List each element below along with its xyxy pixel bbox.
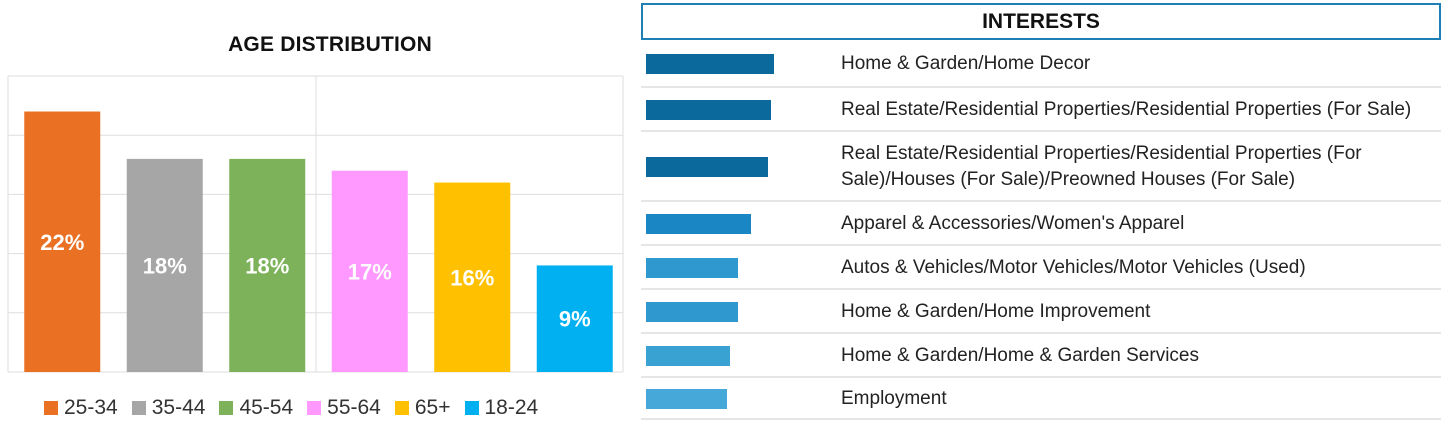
- legend-swatch: [44, 401, 58, 415]
- interest-label: Home & Garden/Home Decor: [841, 53, 1091, 74]
- interests-title: INTERESTS: [982, 9, 1100, 33]
- interest-bar: [646, 157, 768, 177]
- interests-chart: INTERESTS Home & Garden/Home Decor Real E…: [641, 3, 1443, 421]
- interest-label: Autos & Vehicles/Motor Vehicles/Motor Ve…: [841, 257, 1306, 278]
- interest-label: Employment: [841, 388, 947, 409]
- bar-data-label: 22%: [40, 230, 84, 255]
- interest-bar: [646, 100, 772, 120]
- legend-swatch: [464, 401, 479, 415]
- interest-row: Employment: [641, 378, 1441, 420]
- bar-data-label: 9%: [559, 307, 591, 332]
- bar-data-label: 18%: [143, 253, 187, 278]
- age-chart-plot: 22% 18% 18% 17% 16% 9%: [7, 75, 624, 373]
- legend-label: 18-24: [484, 396, 539, 419]
- bar-data-label: 18%: [245, 253, 289, 278]
- age-chart-legend: 25-34 35-44 45-54 55-64 65+ 18-24: [44, 396, 552, 420]
- interest-bar: [646, 258, 739, 278]
- interest-row: Home & Garden/Home Improvement: [641, 290, 1441, 334]
- legend-swatch: [131, 401, 146, 415]
- interest-bar: [646, 214, 751, 234]
- legend-item: 45-54: [219, 396, 293, 420]
- legend-label: 45-54: [239, 396, 294, 419]
- interest-label: Real Estate/Residential Properties/Resid…: [841, 143, 1362, 190]
- legend-item: 18-24: [464, 396, 539, 420]
- legend-item: 65+: [394, 396, 451, 420]
- legend-item: 25-34: [44, 396, 118, 420]
- interest-label: Apparel & Accessories/Women's Apparel: [841, 213, 1185, 234]
- interest-bar: [646, 54, 774, 74]
- interest-row: Real Estate/Residential Properties/Resid…: [641, 132, 1441, 202]
- legend-item: 55-64: [307, 396, 381, 420]
- legend-item: 35-44: [131, 396, 206, 420]
- age-distribution-chart: AGE DISTRIBUTION 22% 18% 18% 17% 16% 9% 25-34…: [0, 0, 640, 422]
- interest-bar: [646, 302, 739, 322]
- interest-row: Real Estate/Residential Properties/Resid…: [641, 88, 1441, 132]
- legend-swatch: [307, 401, 322, 415]
- legend-label: 55-64: [327, 396, 381, 419]
- legend-label: 35-44: [151, 396, 206, 419]
- legend-swatch: [394, 401, 409, 415]
- bar-data-label: 17%: [348, 259, 392, 284]
- interest-row: Home & Garden/Home & Garden Services: [641, 334, 1441, 378]
- legend-swatch: [219, 401, 234, 415]
- legend-label: 25-34: [64, 396, 118, 419]
- interest-label: Real Estate/Residential Properties/Resid…: [841, 99, 1412, 120]
- interest-row: Apparel & Accessories/Women's Apparel: [641, 202, 1441, 246]
- interest-bar: [646, 389, 727, 409]
- bar-data-label: 16%: [450, 265, 494, 290]
- interest-row: Autos & Vehicles/Motor Vehicles/Motor Ve…: [641, 246, 1441, 290]
- interest-label: Home & Garden/Home & Garden Services: [841, 345, 1199, 366]
- legend-label: 65+: [414, 396, 451, 419]
- interest-label: Home & Garden/Home Improvement: [841, 301, 1151, 322]
- interest-row: Home & Garden/Home Decor: [641, 40, 1441, 88]
- interests-header: INTERESTS: [641, 3, 1441, 40]
- interest-bar: [646, 346, 731, 366]
